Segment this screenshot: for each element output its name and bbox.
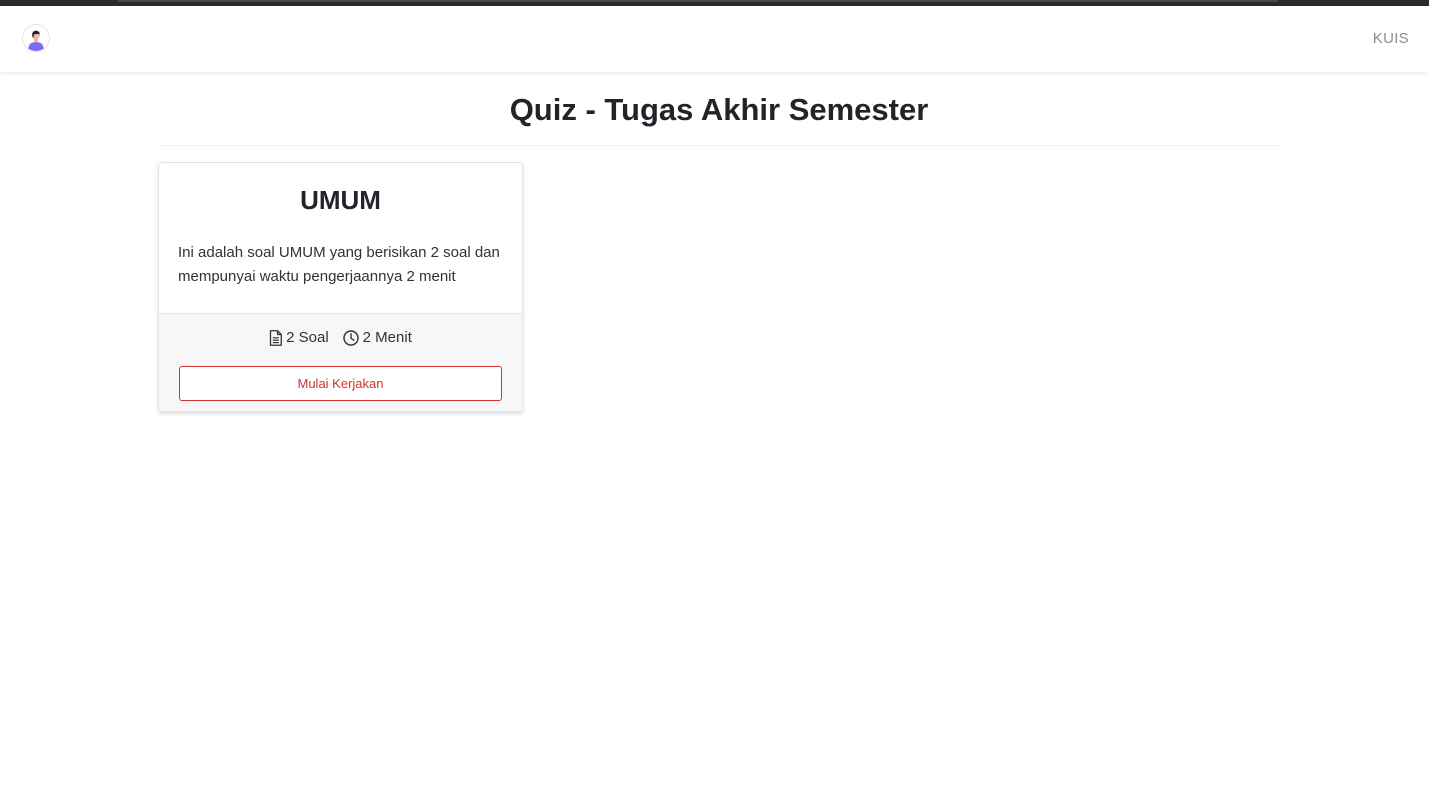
quiz-card-description: Ini adalah soal UMUM yang berisikan 2 so… — [178, 244, 500, 285]
avatar-illustration-icon — [23, 25, 49, 51]
question-count: 2 Soal — [269, 329, 329, 346]
user-avatar-icon[interactable] — [22, 24, 50, 52]
quiz-card-title: UMUM — [300, 185, 381, 215]
browser-top-strip-highlight — [118, 0, 1278, 2]
navbar: KUIS — [0, 6, 1429, 72]
nav-link-kuis[interactable]: KUIS — [1373, 30, 1409, 47]
start-quiz-button[interactable]: Mulai Kerjakan — [179, 366, 502, 401]
duration: 2 Menit — [342, 329, 412, 346]
quiz-card-footer: 2 Soal 2 Menit Mulai Kerjakan — [159, 313, 522, 411]
question-count-label: 2 Soal — [286, 329, 329, 346]
page-title: Quiz - Tugas Akhir Semester — [509, 92, 929, 127]
duration-label: 2 Menit — [362, 329, 412, 346]
quiz-card: UMUM Ini adalah soal UMUM yang berisikan… — [158, 162, 523, 412]
quiz-meta: 2 Soal 2 Menit — [159, 329, 522, 346]
clock-icon — [342, 329, 359, 346]
document-icon — [269, 329, 283, 346]
title-divider — [158, 145, 1280, 146]
